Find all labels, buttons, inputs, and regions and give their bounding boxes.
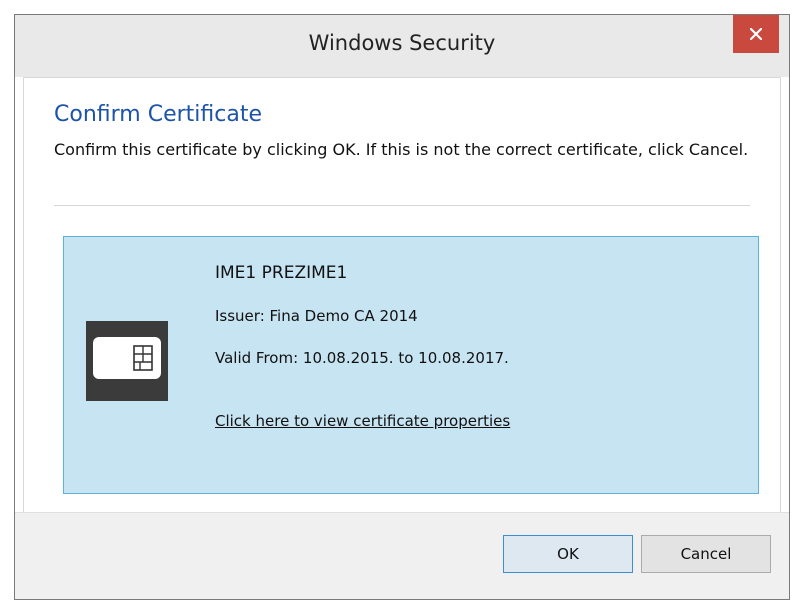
dialog-heading: Confirm Certificate [54,102,262,127]
ok-button[interactable]: OK [503,535,633,573]
close-button[interactable] [733,15,779,53]
close-icon [749,27,763,41]
cancel-button[interactable]: Cancel [641,535,771,573]
divider [54,205,750,206]
smart-card-icon [86,321,168,401]
dialog-description: Confirm this certificate by clicking OK.… [54,140,749,159]
title-bar[interactable]: Windows Security [15,15,789,77]
chip-icon [133,345,153,371]
certificate-issuer: Issuer: Fina Demo CA 2014 [215,307,418,325]
button-bar: OK Cancel [15,512,789,599]
certificate-tile[interactable]: IME1 PREZIME1 Issuer: Fina Demo CA 2014 … [63,236,759,494]
windows-security-dialog: Windows Security Confirm Certificate Con… [14,14,790,600]
certificate-validity: Valid From: 10.08.2015. to 10.08.2017. [215,349,509,367]
window-title: Windows Security [308,31,496,55]
card-face [93,337,161,379]
certificate-name: IME1 PREZIME1 [215,263,348,283]
view-certificate-properties-link[interactable]: Click here to view certificate propertie… [215,409,515,434]
